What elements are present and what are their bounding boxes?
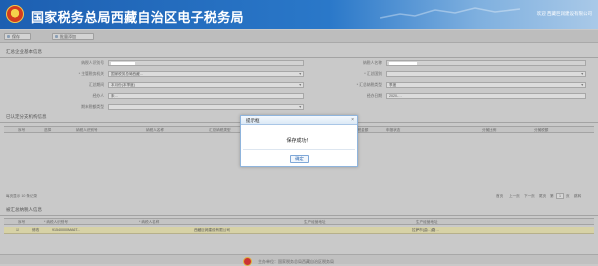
next-page-link[interactable]: 下一页 bbox=[524, 194, 535, 199]
divider bbox=[0, 215, 598, 216]
national-emblem-icon bbox=[243, 257, 252, 266]
period-end-type-select[interactable]: ▼ bbox=[108, 104, 304, 110]
go-page-button[interactable]: 跳转 bbox=[574, 194, 581, 199]
row-checkbox-icon[interactable]: ☑ bbox=[16, 228, 19, 232]
column-header: 申报状态 bbox=[386, 128, 401, 132]
column-header: 汇总纳税类型 bbox=[209, 128, 231, 132]
column-header: 选择 bbox=[44, 128, 52, 132]
masked-value bbox=[111, 62, 135, 65]
tax-emblem-icon bbox=[6, 5, 24, 23]
alert-dialog: 提示框 × 保存成功！ 确定 bbox=[240, 115, 358, 167]
chevron-down-icon: ▼ bbox=[580, 72, 584, 76]
pagination: 每页显示 10 条记录 首页 上一页 下一页 尾页 第 1 页 跳转 bbox=[4, 193, 594, 200]
tax-type-select[interactable]: 季度 ▼ bbox=[386, 82, 586, 88]
column-header: 纳税人识别号 bbox=[76, 128, 98, 132]
branches-title: 已认定分支机构信息 bbox=[6, 114, 47, 119]
column-header: 生产经营地址 bbox=[304, 220, 326, 224]
basic-info-title: 汇总企业基本信息 bbox=[6, 49, 42, 54]
column-header: 序号 bbox=[18, 128, 26, 132]
country-label: * 汇总国别 bbox=[364, 72, 382, 76]
header-banner: 国家税务总局西藏自治区电子税务局 欢迎 西藏巨润建设有限公司 bbox=[0, 0, 598, 29]
last-page-link[interactable]: 尾页 bbox=[539, 194, 546, 199]
column-header: 序号 bbox=[18, 220, 26, 224]
footer: 主办单位：国家税务总局西藏自治区税务局 bbox=[0, 254, 598, 266]
operator-field[interactable]: 朱… bbox=[108, 93, 304, 99]
summary-title: 被汇总纳税人信息 bbox=[6, 207, 42, 212]
tax-authority-select[interactable]: 国家税务总局西藏... ▼ bbox=[108, 71, 304, 77]
first-page-link[interactable]: 首页 bbox=[496, 194, 503, 199]
tax-authority-label: * 主管税务机关 bbox=[78, 72, 104, 76]
column-header: 分摊税额 bbox=[534, 128, 549, 132]
column-header: * 纳税人识别号 bbox=[44, 220, 68, 224]
column-header: 生产经营地址 bbox=[416, 220, 438, 224]
column-header: 分摊比例 bbox=[482, 128, 497, 132]
record-count: 每页显示 10 条记录 bbox=[6, 194, 38, 198]
prev-page-link[interactable]: 上一页 bbox=[509, 194, 520, 199]
operator-label: 经办人 bbox=[92, 94, 104, 98]
chevron-down-icon: ▼ bbox=[298, 83, 302, 87]
save-button[interactable]: 保存 bbox=[4, 33, 31, 40]
chevron-down-icon: ▼ bbox=[298, 105, 302, 109]
dialog-title: 提示框 bbox=[246, 118, 260, 123]
toolbar: 保存 批量添加 bbox=[0, 30, 598, 43]
taxpayer-name-field bbox=[386, 60, 586, 66]
country-select[interactable]: ▼ bbox=[386, 71, 586, 77]
close-icon[interactable]: × bbox=[351, 117, 354, 123]
divider bbox=[0, 57, 598, 58]
dialog-header: 提示框 × bbox=[241, 116, 357, 125]
edit-link[interactable]: 修改 bbox=[32, 228, 39, 233]
page-prefix: 第 bbox=[550, 194, 554, 198]
ok-button[interactable]: 确定 bbox=[290, 155, 309, 163]
table-row[interactable]: ☑ 修改 91540000MA6T... 西藏巨润建设有限公司 拉萨市(曲...… bbox=[4, 227, 594, 234]
taxpayer-id-cell: 91540000MA6T... bbox=[52, 228, 81, 232]
great-wall-decoration bbox=[380, 7, 520, 19]
footer-text: 主办单位：国家税务总局西藏自治区税务局 bbox=[258, 259, 334, 264]
site-title: 国家税务总局西藏自治区电子税务局 bbox=[31, 10, 244, 25]
date-field[interactable]: 2020-… bbox=[386, 93, 586, 99]
column-header: 纳税人名称 bbox=[146, 128, 164, 132]
divider bbox=[243, 149, 355, 150]
chevron-down-icon: ▼ bbox=[298, 72, 302, 76]
tax-type-label: * 汇总纳税类型 bbox=[356, 83, 382, 87]
address-cell: 拉萨市(曲...)路… bbox=[412, 228, 439, 232]
period-end-type-label: 期末税额类型 bbox=[81, 105, 104, 109]
taxpayer-id-label: 纳税人识别号 bbox=[81, 61, 104, 65]
summary-table-header: 序号 * 纳税人识别号 * 纳税人名称 生产经营地址 生产经营地址 bbox=[4, 218, 594, 225]
taxpayer-name-cell: 西藏巨润建设有限公司 bbox=[194, 228, 230, 232]
taxpayer-name-label: 纳税人名称 bbox=[363, 61, 382, 65]
period-label: 汇总期间 bbox=[88, 83, 104, 87]
batch-import-button[interactable]: 批量添加 bbox=[52, 33, 94, 40]
welcome-text: 欢迎 西藏巨润建设有限公司 bbox=[536, 11, 592, 16]
date-label: 经办日期 bbox=[366, 94, 382, 98]
period-select[interactable]: 本月份(本季度) ▼ bbox=[108, 82, 304, 88]
masked-value bbox=[389, 62, 417, 65]
taxpayer-id-field bbox=[108, 60, 304, 66]
column-header: * 纳税人名称 bbox=[139, 220, 160, 224]
page-suffix: 页 bbox=[566, 194, 570, 198]
chevron-down-icon: ▼ bbox=[580, 83, 584, 87]
dialog-message: 保存成功！ bbox=[286, 138, 312, 144]
page-input[interactable]: 1 bbox=[556, 193, 564, 199]
